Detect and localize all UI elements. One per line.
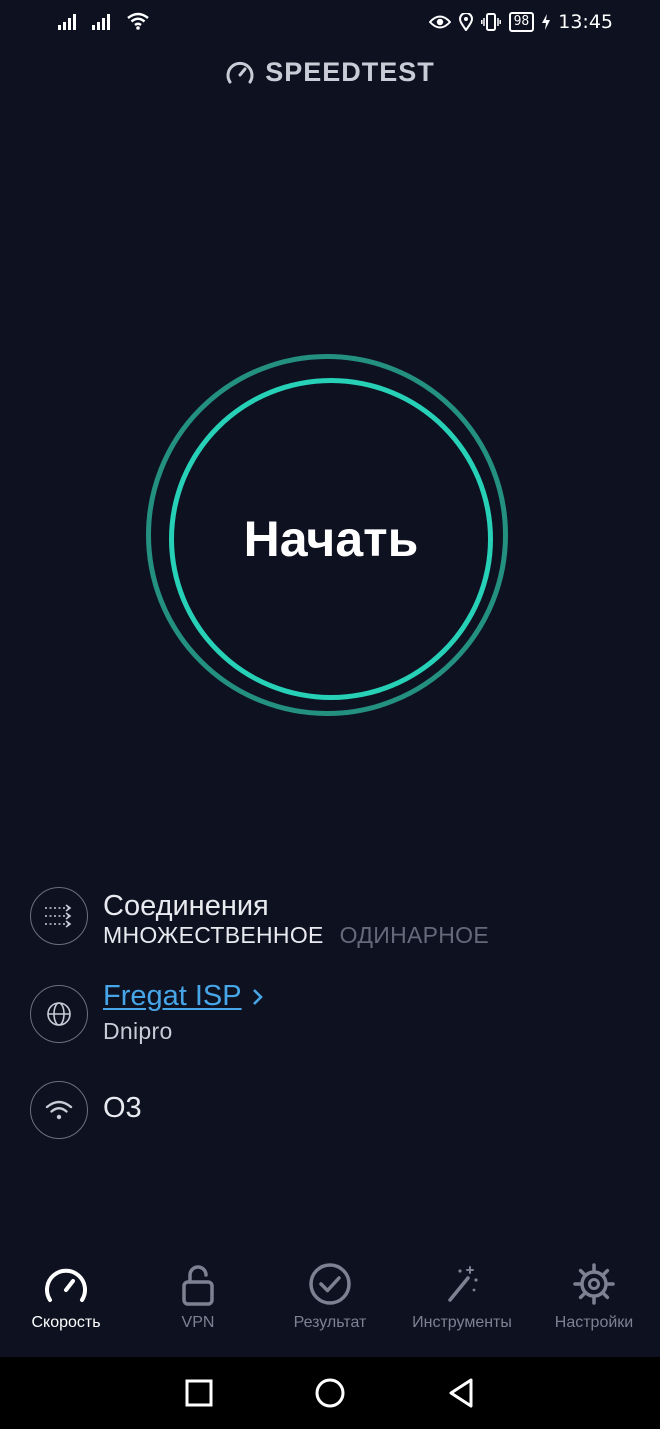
go-button-label: Начать	[243, 511, 419, 567]
globe-icon	[30, 985, 88, 1043]
nav-item-speed[interactable]: Скорость	[0, 1262, 132, 1354]
home-icon[interactable]	[314, 1377, 346, 1409]
signal-icon	[92, 14, 110, 30]
nav-item-label: Результат	[293, 1314, 367, 1331]
lock-open-icon	[182, 1265, 214, 1306]
nav-item-label: Скорость	[31, 1314, 101, 1331]
connections-icon	[30, 887, 88, 945]
eye-icon	[428, 15, 451, 29]
app-title: SPEEDTEST	[265, 57, 435, 87]
back-icon[interactable]	[446, 1377, 476, 1409]
nav-item-label: Инструменты	[412, 1314, 512, 1331]
nav-item-settings[interactable]: Настройки	[528, 1262, 660, 1354]
location-icon	[458, 13, 473, 31]
go-button[interactable]: Начать	[169, 378, 493, 700]
nav-item-label: VPN	[181, 1314, 215, 1331]
vibrate-icon	[480, 13, 501, 31]
speedometer-icon	[45, 1268, 87, 1302]
nav-item-vpn[interactable]: VPN	[132, 1262, 264, 1354]
charging-icon	[542, 14, 551, 30]
provider-link[interactable]: Fregat ISP	[103, 980, 264, 1013]
connections-toggle: МНОЖЕСТВЕННОЕ ОДИНАРНОЕ	[103, 922, 489, 949]
speedometer-logo-icon	[226, 61, 254, 83]
magic-wand-icon	[448, 1266, 478, 1302]
status-time: 13:45	[558, 11, 613, 33]
connections-title: Соединения	[103, 890, 269, 922]
status-bar-right: 98 13:45	[428, 11, 613, 33]
app-header: SPEEDTEST	[0, 57, 660, 88]
provider-city: Dnipro	[103, 1018, 173, 1044]
nav-item-results[interactable]: Результат	[264, 1262, 396, 1354]
nav-item-label: Настройки	[554, 1314, 634, 1331]
wifi-icon	[127, 12, 149, 30]
wifi-network-icon	[30, 1081, 88, 1139]
status-bar-left	[58, 12, 150, 30]
signal-icon	[58, 14, 76, 30]
bottom-nav: Скорость VPN Результат Инструменты Настр…	[0, 1262, 660, 1354]
connections-option-multiple[interactable]: МНОЖЕСТВЕННОЕ	[103, 922, 324, 949]
check-circle-icon	[309, 1263, 351, 1305]
system-nav-bar	[0, 1357, 660, 1429]
provider-name[interactable]: Fregat ISP	[103, 980, 242, 1013]
chevron-right-icon[interactable]	[252, 988, 264, 1006]
gear-icon	[573, 1263, 615, 1305]
nav-item-tools[interactable]: Инструменты	[396, 1262, 528, 1354]
battery-level: 98	[508, 12, 535, 32]
recents-icon[interactable]	[184, 1378, 214, 1408]
network-name: O3	[103, 1092, 142, 1124]
connections-option-single[interactable]: ОДИНАРНОЕ	[340, 922, 489, 949]
